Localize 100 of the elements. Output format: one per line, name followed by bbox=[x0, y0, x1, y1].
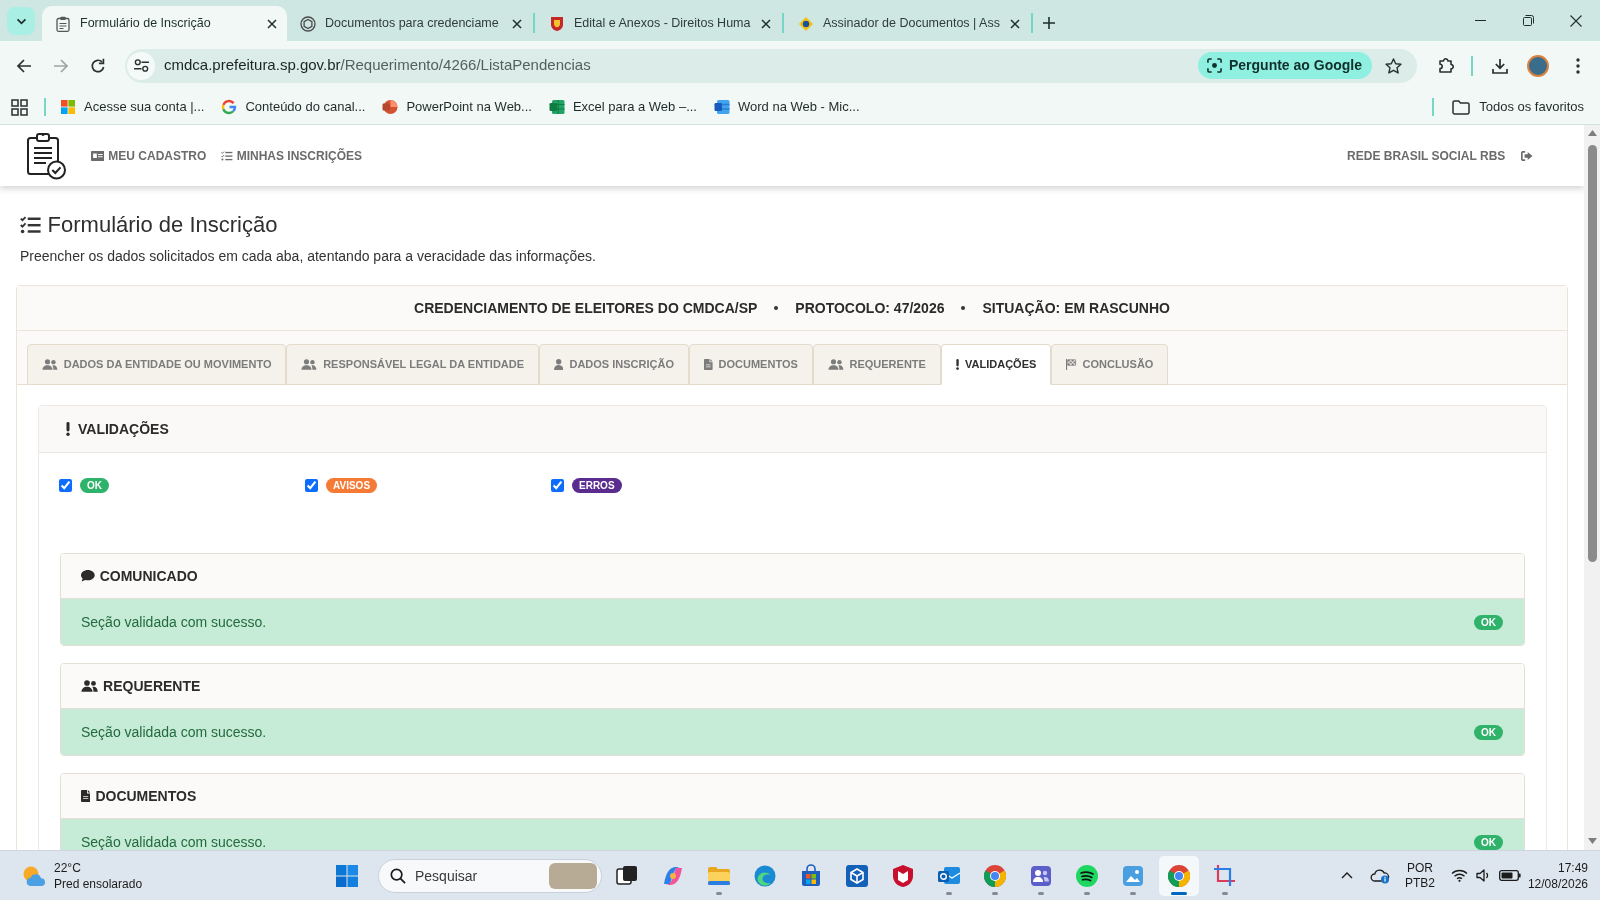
form-tab[interactable]: VALIDAÇÕES bbox=[940, 344, 1052, 385]
form-tab[interactable]: REQUERENTE bbox=[812, 344, 941, 385]
id-card-icon bbox=[91, 150, 105, 161]
status-tag: OK bbox=[1474, 724, 1503, 740]
bookmark-item[interactable]: Conteúdo do canal... bbox=[214, 93, 373, 121]
grid-tile-icon bbox=[548, 99, 565, 115]
exclamation-icon bbox=[66, 422, 70, 436]
filter-checkbox[interactable] bbox=[305, 478, 318, 492]
segmented-disc-icon bbox=[983, 863, 1007, 888]
running-indicator bbox=[1038, 891, 1044, 895]
stacked-squares-icon bbox=[615, 863, 639, 888]
form-tab[interactable]: RESPONSÁVEL LEGAL DA ENTIDADE bbox=[286, 344, 540, 385]
triangle-down-icon[interactable] bbox=[1587, 838, 1597, 844]
page-subtitle: Preencher os dados solicitados em cada aba, atentando para a veracidade das informações. bbox=[19, 247, 596, 266]
running-indicator bbox=[1084, 891, 1090, 895]
close-icon[interactable] bbox=[1010, 18, 1020, 29]
hexagon-ring-icon bbox=[300, 15, 316, 32]
pie-disc-icon bbox=[382, 99, 399, 115]
filter-checkbox[interactable] bbox=[551, 478, 564, 492]
bullet-icon bbox=[961, 306, 966, 310]
alert-message: Seção validada com sucesso. bbox=[81, 722, 267, 742]
address-bar[interactable]: cmdca.prefeitura.sp.gov.br/Requerimento/4266/ListaPendencias Pergunte ao Google bbox=[125, 48, 1417, 83]
clock-button[interactable]: 17:49 12/08/2026 bbox=[1527, 855, 1590, 896]
close-icon[interactable] bbox=[512, 18, 522, 29]
keyboard-language-button[interactable]: POR PTB2 bbox=[1397, 855, 1442, 896]
users-icon bbox=[42, 359, 58, 370]
users-icon bbox=[827, 359, 844, 370]
summary-text: CREDENCIAMENTO DE ELEITORES DO CMDCA/SP bbox=[414, 298, 758, 318]
running-indicator bbox=[1222, 891, 1228, 895]
user-icon bbox=[554, 359, 564, 370]
close-icon[interactable] bbox=[761, 18, 771, 29]
logout-button[interactable] bbox=[1521, 150, 1533, 161]
shield-icon bbox=[549, 15, 565, 32]
checklist-icon bbox=[20, 216, 41, 234]
star-icon bbox=[1384, 57, 1402, 74]
people-tile-icon bbox=[1029, 863, 1053, 888]
filter-tag: AVISOS bbox=[326, 477, 378, 493]
filter-checkbox[interactable] bbox=[59, 478, 72, 492]
grid-icon[interactable] bbox=[11, 98, 28, 116]
user-name-link[interactable]: REDE BRASIL SOCIAL RBS bbox=[1347, 146, 1506, 165]
camera-search-icon bbox=[1207, 58, 1222, 73]
browser-tab[interactable]: Edital e Anexos - Direitos Huma bbox=[536, 6, 781, 41]
bookmark-item[interactable]: Acesse sua conta |... bbox=[53, 93, 212, 121]
temperature-text: 22°C bbox=[54, 859, 82, 876]
form-tab[interactable]: CONCLUSÃO bbox=[1051, 344, 1169, 385]
form-tab[interactable]: DOCUMENTOS bbox=[688, 344, 813, 385]
logout-icon bbox=[1521, 150, 1533, 161]
running-indicator bbox=[1171, 891, 1187, 895]
chevron-up-icon bbox=[1340, 872, 1353, 879]
summary-text: SITUAÇÃO: EM RASCUNHO bbox=[982, 298, 1170, 318]
browser-tab[interactable]: Documentos para credenciame bbox=[287, 6, 532, 41]
browser-tab[interactable]: Assinador de Documentos | Ass bbox=[785, 6, 1030, 41]
running-indicator bbox=[946, 891, 952, 895]
shopping-bag-icon bbox=[799, 863, 823, 888]
running-indicator bbox=[992, 891, 998, 895]
photo-placeholder bbox=[549, 862, 597, 889]
file-icon bbox=[703, 359, 713, 370]
running-indicator bbox=[1130, 891, 1136, 895]
alert-message: Seção validada com sucesso. bbox=[81, 612, 267, 632]
folder-icon bbox=[1452, 99, 1471, 115]
puzzle-icon bbox=[1437, 56, 1455, 75]
status-tag: OK bbox=[1474, 614, 1503, 630]
form-tab[interactable]: DADOS DA ENTIDADE OU MOVIMENTO bbox=[27, 344, 287, 385]
form-tab[interactable]: DADOS INSCRIÇÃO bbox=[539, 344, 689, 385]
menu-icon bbox=[1576, 57, 1580, 74]
close-icon[interactable] bbox=[267, 18, 277, 29]
clipboard-check-icon bbox=[26, 131, 66, 180]
section-title: REQUERENTE bbox=[103, 676, 201, 696]
battery-icon bbox=[1498, 870, 1521, 881]
exclamation-icon bbox=[955, 359, 959, 370]
tab-list-button[interactable] bbox=[7, 7, 35, 35]
bookmark-item[interactable]: Excel para a Web –... bbox=[541, 93, 704, 121]
crop-marks-icon bbox=[1213, 863, 1237, 888]
running-indicator bbox=[716, 891, 722, 895]
panel-title: VALIDAÇÕES bbox=[78, 419, 169, 439]
minimize-icon bbox=[1474, 20, 1486, 21]
diamond-icon bbox=[798, 15, 814, 32]
nav-link[interactable]: MINHAS INSCRIÇÕES bbox=[221, 146, 363, 165]
bookmark-item[interactable]: Word na Web - Mic... bbox=[707, 93, 867, 121]
wave-disc-icon bbox=[753, 863, 777, 888]
browser-tab[interactable]: Formulário de Inscrição bbox=[42, 6, 287, 41]
file-icon bbox=[81, 790, 91, 802]
weather-text: Pred ensolarado bbox=[54, 875, 143, 892]
scrollbar-thumb[interactable] bbox=[1587, 145, 1597, 562]
triangle-up-icon[interactable] bbox=[1587, 130, 1597, 136]
avatar-icon bbox=[1527, 54, 1549, 77]
search-icon bbox=[390, 867, 406, 884]
speaker-icon bbox=[1475, 869, 1491, 882]
ask-google-button[interactable]: Pergunte ao Google bbox=[1198, 52, 1372, 79]
alert-message: Seção validada com sucesso. bbox=[81, 832, 267, 850]
site-info-button[interactable] bbox=[127, 51, 155, 80]
users-icon bbox=[81, 680, 99, 692]
plus-icon bbox=[1043, 17, 1055, 29]
page-title: Formulário de Inscrição bbox=[47, 211, 278, 239]
filter-tag: OK bbox=[80, 477, 109, 493]
close-icon bbox=[1570, 14, 1582, 27]
nav-link[interactable]: MEU CADASTRO bbox=[91, 146, 207, 165]
all-bookmarks-button[interactable]: Todos os favoritos bbox=[1444, 93, 1592, 121]
bookmark-item[interactable]: PowerPoint na Web... bbox=[375, 93, 539, 121]
wifi-icon bbox=[1450, 869, 1468, 882]
